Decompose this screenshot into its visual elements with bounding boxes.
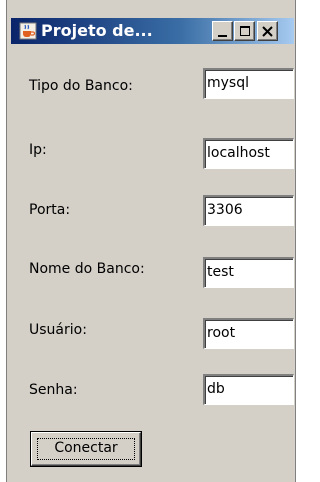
minimize-button[interactable] [212, 21, 233, 41]
minimize-icon [218, 35, 227, 37]
close-button[interactable] [257, 21, 278, 41]
window-title: Projeto de... [41, 21, 153, 40]
port-label: Porta: [29, 202, 71, 218]
user-field[interactable]: root [203, 318, 294, 349]
maximize-icon [240, 26, 250, 36]
connect-button[interactable]: Conectar [31, 432, 141, 466]
db-type-field[interactable]: mysql [203, 68, 294, 99]
password-field[interactable]: db [203, 374, 294, 405]
connect-button-label: Conectar [54, 440, 118, 456]
password-label: Senha: [29, 382, 78, 398]
title-bar[interactable]: Projeto de... [11, 18, 294, 44]
user-label: Usuário: [29, 322, 87, 338]
db-name-field[interactable]: test [203, 257, 294, 288]
app-window: Projeto de... Tipo do Banco: mysql Ip: l… [6, 0, 296, 482]
ip-field[interactable]: localhost [203, 138, 294, 169]
db-name-label: Nome do Banco: [29, 261, 145, 277]
port-field[interactable]: 3306 [203, 195, 294, 226]
close-icon [262, 26, 273, 37]
maximize-button[interactable] [234, 21, 255, 41]
java-cup-icon [19, 22, 37, 40]
ip-label: Ip: [29, 142, 47, 158]
db-type-label: Tipo do Banco: [29, 78, 133, 94]
